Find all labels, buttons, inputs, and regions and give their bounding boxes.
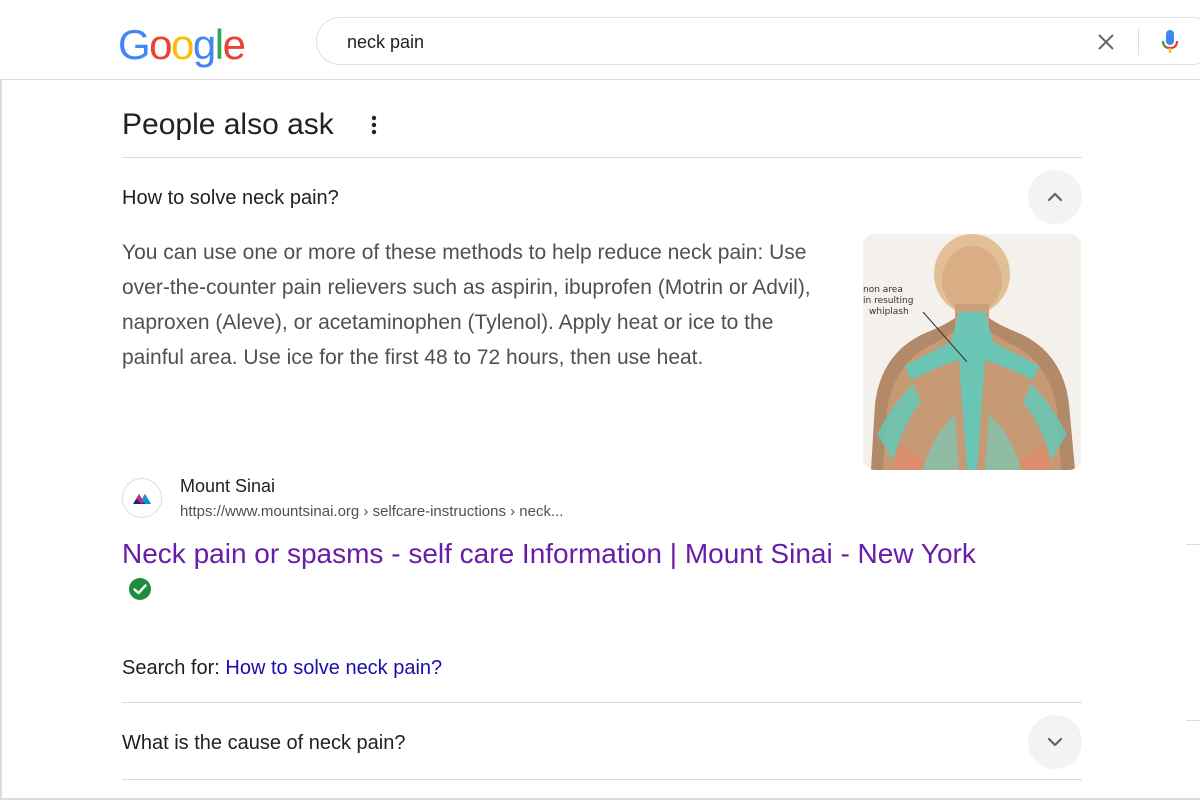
image-label: non area [863, 285, 903, 295]
more-vert-icon [371, 115, 377, 135]
source-site-name[interactable]: Mount Sinai [180, 474, 275, 498]
divider [122, 702, 1082, 703]
chevron-up-icon [1047, 192, 1063, 202]
question-text: How to solve neck pain? [122, 187, 339, 209]
neck-anatomy-image[interactable]: non area in resulting whiplash [863, 234, 1081, 470]
image-label: in resulting [863, 296, 913, 306]
logo-letter: e [222, 21, 246, 68]
close-icon [1098, 34, 1114, 50]
logo-letter: g [192, 21, 216, 68]
search-box [316, 17, 1200, 65]
question-text: What is the cause of neck pain? [122, 732, 406, 754]
search-for-query-link[interactable]: How to solve neck pain? [225, 657, 442, 679]
result-title-link[interactable]: Neck pain or spasms - self care Informat… [122, 535, 992, 613]
side-panel-edge [1186, 720, 1200, 721]
clear-search-button[interactable] [1091, 27, 1121, 57]
people-also-ask-heading: People also ask [122, 108, 334, 141]
divider [122, 157, 1082, 158]
microphone-icon [1161, 30, 1179, 53]
verified-check-icon [128, 573, 152, 611]
divider [122, 779, 1082, 780]
chevron-down-icon [1047, 737, 1063, 747]
voice-search-button[interactable] [1155, 27, 1185, 57]
google-logo[interactable]: Google [118, 20, 246, 70]
mount-sinai-logo-icon [133, 494, 151, 504]
expand-button[interactable] [1028, 715, 1082, 769]
search-header: Google [0, 0, 1200, 80]
search-divider [1138, 29, 1139, 55]
logo-letter: o [171, 21, 194, 68]
search-for-line: Search for: How to solve neck pain? [122, 655, 442, 681]
image-label: whiplash [869, 307, 909, 317]
source-favicon[interactable] [122, 478, 162, 518]
question-row-expanded[interactable]: How to solve neck pain? [122, 169, 1082, 225]
search-for-label: Search for: [122, 657, 220, 679]
source-url[interactable]: https://www.mountsinai.org › selfcare-in… [180, 502, 563, 522]
collapse-button[interactable] [1028, 170, 1082, 224]
side-panel-edge [1186, 544, 1200, 545]
logo-letter: G [118, 21, 151, 68]
question-row-collapsed[interactable]: What is the cause of neck pain? [122, 714, 1082, 770]
logo-letter: o [149, 21, 172, 68]
logo-letter: l [214, 21, 224, 68]
search-input[interactable] [347, 30, 1047, 54]
answer-snippet: You can use one or more of these methods… [122, 241, 811, 369]
more-options-button[interactable] [362, 112, 386, 138]
result-title-text: Neck pain or spasms - self care Informat… [122, 538, 976, 569]
